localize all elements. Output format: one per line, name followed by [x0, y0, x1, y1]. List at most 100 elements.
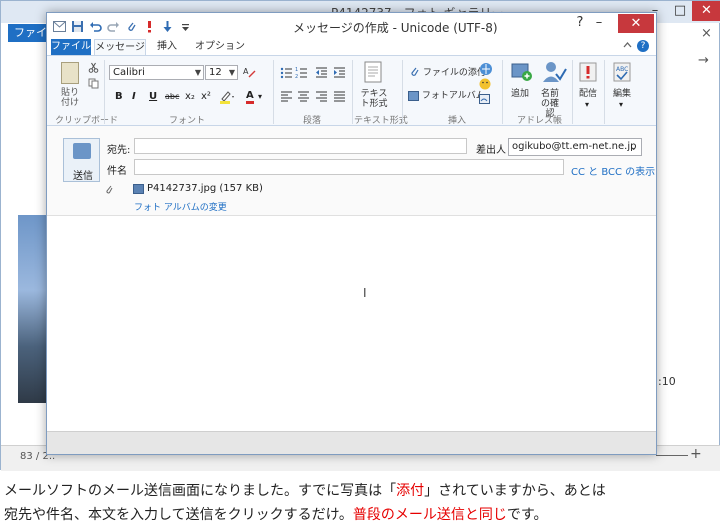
highlight-color-icon[interactable] — [219, 90, 235, 104]
group-label-text-format: テキスト形式 — [354, 116, 408, 126]
ribbon-tabs: ファイル メッセージ 挿入 オプション ? — [47, 38, 656, 55]
background-maximize-button[interactable]: □ — [668, 1, 692, 21]
bullets-icon[interactable] — [280, 66, 293, 80]
group-label-clipboard: クリップボード — [55, 116, 119, 126]
chevron-down-icon: ▾ — [619, 100, 624, 109]
cut-icon[interactable] — [88, 62, 99, 76]
caption-highlight: 普段のメール送信と同じ — [352, 507, 507, 523]
caption-line-2: 宛先や件名、本文を入力して送信をクリックするだけ。普段のメール送信と同じです。 — [4, 503, 716, 527]
undo-icon[interactable] — [89, 20, 102, 33]
background-side-text: :10 — [658, 375, 676, 388]
group-label-paragraph: 段落 — [303, 116, 322, 126]
redo-icon[interactable] — [107, 20, 120, 33]
font-size-value: 12 — [209, 67, 222, 78]
increase-indent-icon[interactable] — [333, 66, 346, 80]
strikethrough-button[interactable]: abc — [165, 90, 179, 104]
compose-header: 送信 宛先: 差出人 ogikubo@tt.em-net.ne.jp ⌄ 件名 … — [47, 126, 656, 216]
align-left-icon[interactable] — [280, 91, 293, 105]
background-photo — [18, 215, 48, 403]
mail-compose-window: メッセージの作成 - Unicode (UTF-8) ? – ✕ ファイル メッ… — [46, 12, 657, 455]
add-contact-icon[interactable] — [511, 62, 533, 81]
sender-select[interactable]: ogikubo@tt.em-net.ne.jp ⌄ — [508, 138, 642, 156]
ribbon-separator — [502, 60, 503, 124]
ribbon-separator — [104, 60, 105, 124]
decrease-indent-icon[interactable] — [315, 66, 328, 80]
font-color-button[interactable]: A — [246, 89, 254, 104]
check-names-icon[interactable] — [541, 60, 567, 82]
customize-icon[interactable] — [179, 20, 192, 33]
signature-icon[interactable] — [479, 94, 493, 108]
group-label-font: フォント — [169, 116, 206, 126]
close-button[interactable]: ✕ — [618, 14, 654, 33]
photo-album-change-link[interactable]: フォト アルバムの変更 — [134, 200, 227, 213]
mail-titlebar: メッセージの作成 - Unicode (UTF-8) ? – ✕ — [47, 13, 656, 38]
mail-statusbar — [47, 431, 656, 454]
ribbon-separator — [572, 60, 573, 124]
priority-high-icon[interactable] — [143, 20, 156, 33]
background-nav-arrow-icon[interactable]: → — [698, 53, 709, 68]
ribbon-separator — [352, 60, 353, 124]
tab-message[interactable]: メッセージ — [94, 39, 146, 55]
collapse-ribbon-icon[interactable] — [623, 40, 632, 53]
ribbon: 貼り付け クリップボード Calibri ▼ 12 ▼ A B I U abc … — [47, 55, 656, 126]
caption-line-1: メールソフトのメール送信画面になりました。すでに写真は「添付」されていますから、… — [4, 479, 716, 503]
send-label: 送信 — [73, 171, 93, 182]
text-format-icon[interactable] — [364, 61, 382, 83]
attachment-clip-icon — [105, 185, 114, 198]
help-button[interactable]: ? — [571, 13, 589, 33]
caption-text: 」されていますから、あとは — [424, 483, 606, 499]
paste-icon[interactable] — [61, 62, 79, 84]
save-icon[interactable] — [71, 20, 84, 33]
text-format-label[interactable]: テキスト形式 — [359, 89, 389, 109]
background-panel-close-icon[interactable]: × — [701, 26, 712, 41]
copy-icon[interactable] — [88, 78, 99, 92]
attach-file-button[interactable]: ファイルの添付 — [410, 66, 486, 80]
attachment-file[interactable]: P4142737.jpg (157 KB) — [147, 183, 263, 194]
chevron-down-icon[interactable]: ▾ — [258, 90, 262, 104]
underline-button[interactable]: U — [149, 90, 157, 104]
caption-text: です。 — [506, 507, 548, 523]
emoticon-icon[interactable] — [479, 78, 493, 92]
ribbon-help-icon[interactable]: ? — [637, 40, 649, 52]
caption-highlight: 添付 — [396, 483, 425, 499]
photo-album-button[interactable]: フォトアルバム — [408, 89, 485, 103]
minimize-button[interactable]: – — [589, 13, 609, 33]
background-close-button[interactable]: ✕ — [692, 1, 720, 21]
background-zoom-slider[interactable] — [656, 449, 688, 463]
background-zoom-plus-icon[interactable]: + — [690, 446, 702, 462]
attachment-thumbnail[interactable] — [133, 184, 144, 194]
superscript-button[interactable]: x² — [201, 90, 211, 104]
edit-icon[interactable]: ABC — [613, 62, 631, 82]
hyperlink-icon[interactable] — [479, 62, 493, 76]
tab-file[interactable]: ファイル — [51, 39, 91, 55]
to-field[interactable] — [134, 138, 467, 154]
photo-album-label: フォトアルバム — [421, 91, 485, 101]
justify-icon[interactable] — [333, 91, 346, 105]
attach-icon[interactable] — [125, 20, 138, 33]
send-button[interactable]: 送信 — [63, 138, 100, 182]
font-name-select[interactable]: Calibri ▼ — [109, 65, 204, 80]
delivery-icon[interactable] — [579, 62, 597, 82]
align-right-icon[interactable] — [315, 91, 328, 105]
italic-button[interactable]: I — [132, 90, 136, 104]
numbering-icon[interactable]: 12 — [295, 66, 308, 80]
font-size-select[interactable]: 12 ▼ — [205, 65, 238, 80]
clear-format-icon[interactable]: A — [243, 65, 256, 79]
priority-low-icon[interactable] — [161, 20, 174, 33]
align-center-icon[interactable] — [297, 91, 310, 105]
message-body[interactable]: I — [50, 218, 653, 431]
to-label[interactable]: 宛先: — [107, 141, 130, 156]
tab-insert[interactable]: 挿入 — [157, 39, 177, 55]
subject-field[interactable] — [134, 159, 564, 175]
ribbon-separator — [604, 60, 605, 124]
tab-option[interactable]: オプション — [195, 39, 245, 55]
add-contact-label[interactable]: 追加 — [509, 89, 531, 99]
ccbcc-link[interactable]: CC と BCC の表示 — [571, 163, 655, 178]
svg-text:1: 1 — [295, 67, 298, 73]
background-file-tab[interactable]: ファイル — [8, 24, 48, 57]
sender-label: 差出人 — [476, 145, 506, 156]
bold-button[interactable]: B — [115, 90, 123, 104]
subscript-button[interactable]: x₂ — [185, 90, 195, 104]
paste-label[interactable]: 貼り付け — [61, 88, 83, 108]
chevron-down-icon: ▼ — [228, 68, 235, 77]
